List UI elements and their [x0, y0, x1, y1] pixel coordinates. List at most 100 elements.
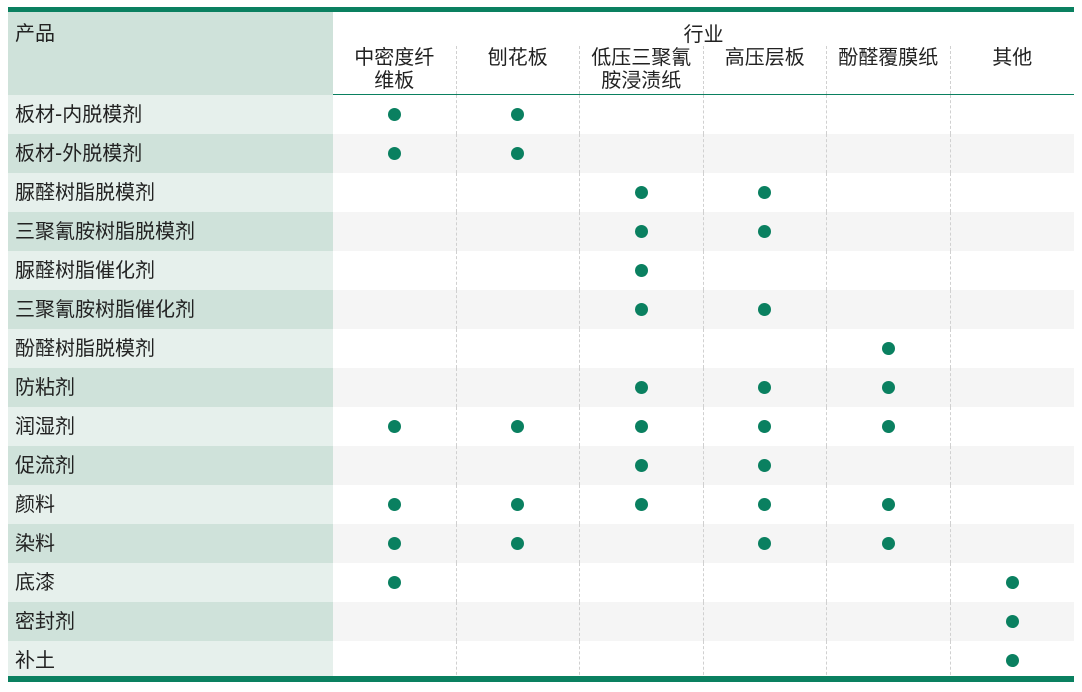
industry-cell: [580, 95, 704, 134]
product-name: 板材-内脱模剂: [8, 95, 333, 134]
applicable-dot-icon: [511, 108, 525, 121]
table-row: 促流剂: [8, 446, 1074, 485]
applicable-dot-icon: [387, 108, 401, 121]
industry-cell: [704, 563, 827, 602]
industry-cell: [950, 446, 1074, 485]
industry-cell: [580, 602, 704, 641]
table-row: 补土: [8, 641, 1074, 680]
industry-cell: [950, 290, 1074, 329]
industry-cell: [827, 368, 951, 407]
table-row: 板材-外脱模剂: [8, 134, 1074, 173]
applicable-dot-icon: [634, 420, 648, 433]
industry-cell: [827, 524, 951, 563]
industry-cell: [580, 563, 704, 602]
table-row: 颜料: [8, 485, 1074, 524]
industry-cell: [456, 212, 580, 251]
applicable-dot-icon: [634, 264, 648, 277]
applicable-dot-icon: [387, 537, 401, 550]
industry-cell: [333, 602, 457, 641]
applicable-dot-icon: [387, 420, 401, 433]
table-row: 三聚氰胺树脂脱模剂: [8, 212, 1074, 251]
industry-cell: [333, 368, 457, 407]
industry-cell: [703, 446, 827, 485]
product-industry-table: 产品 行业 中密度纤 维板 刨花板 低压三聚氰 胺浸渍纸 高压层板 酚醛覆膜纸 其他 板材-内…: [8, 7, 1074, 680]
industry-cell: [580, 134, 704, 173]
product-name: 密封剂: [8, 602, 333, 641]
applicable-dot-icon: [758, 420, 772, 433]
industry-cell: [951, 485, 1075, 524]
industry-cell: [333, 95, 457, 134]
product-name: 三聚氰胺树脂催化剂: [8, 290, 333, 329]
table-row: 染料: [8, 524, 1074, 563]
applicable-dot-icon: [634, 498, 648, 511]
applicable-dot-icon: [634, 459, 648, 472]
applicable-dot-icon: [881, 537, 895, 550]
industry-cell: [457, 563, 580, 602]
industry-cell: [457, 407, 580, 446]
industry-column-header: 低压三聚氰 胺浸渍纸: [580, 46, 704, 94]
industry-cell: [333, 290, 457, 329]
industry-cell: [580, 212, 704, 251]
applicable-dot-icon: [1005, 576, 1019, 589]
applicable-dot-icon: [634, 225, 648, 238]
industry-cell: [827, 212, 951, 251]
header-row: 产品 行业 中密度纤 维板 刨花板 低压三聚氰 胺浸渍纸 高压层板 酚醛覆膜纸 其他: [8, 12, 1074, 95]
industry-cell: [827, 173, 951, 212]
product-name: 润湿剂: [8, 407, 333, 446]
industry-cell: [580, 524, 704, 563]
industry-cell: [333, 134, 457, 173]
industry-cell: [827, 329, 951, 368]
table-row: 脲醛树脂脱模剂: [8, 173, 1074, 212]
industry-cell: [456, 290, 580, 329]
industry-cell: [704, 329, 827, 368]
applicable-dot-icon: [881, 420, 895, 433]
applicable-dot-icon: [881, 381, 895, 394]
industry-cell: [580, 446, 704, 485]
industry-cell: [456, 524, 580, 563]
applicable-dot-icon: [758, 459, 772, 472]
applicable-dot-icon: [758, 186, 772, 199]
industry-cell: [333, 485, 457, 524]
industry-cell: [951, 641, 1075, 680]
industry-cell: [456, 368, 580, 407]
industry-cell: [580, 641, 704, 680]
industry-cell: [951, 407, 1075, 446]
industry-cell: [951, 251, 1075, 290]
applicable-dot-icon: [1005, 615, 1019, 628]
industry-cell: [704, 641, 827, 680]
industry-cell: [333, 329, 457, 368]
product-name: 板材-外脱模剂: [8, 134, 333, 173]
industry-cell: [333, 407, 457, 446]
industry-cell: [704, 485, 827, 524]
applicable-dot-icon: [634, 381, 648, 394]
industry-cell: [457, 95, 580, 134]
industry-cell: [827, 407, 951, 446]
industry-cell: [456, 602, 580, 641]
industry-cell: [827, 602, 951, 641]
industry-cell: [457, 641, 580, 680]
industry-cell: [703, 134, 827, 173]
industry-cell: [580, 368, 704, 407]
industry-cell: [827, 563, 951, 602]
industry-cell: [333, 251, 457, 290]
product-name: 防粘剂: [8, 368, 333, 407]
industry-cell: [703, 524, 827, 563]
industry-cell: [703, 602, 827, 641]
header-divider: [333, 94, 1074, 95]
industry-cell: [580, 485, 704, 524]
table-row: 酚醛树脂脱模剂: [8, 329, 1074, 368]
industry-cell: [457, 251, 580, 290]
applicable-dot-icon: [758, 225, 772, 238]
industry-cell: [580, 290, 704, 329]
industry-cell: [950, 602, 1074, 641]
applicable-dot-icon: [511, 537, 525, 550]
product-name: 促流剂: [8, 446, 333, 485]
table-row: 板材-内脱模剂: [8, 95, 1074, 134]
industry-cell: [704, 95, 827, 134]
industry-column-header: 酚醛覆膜纸: [827, 46, 951, 94]
applicable-dot-icon: [387, 147, 401, 160]
table-row: 底漆: [8, 563, 1074, 602]
industry-cell: [950, 524, 1074, 563]
product-header: 产品: [8, 12, 333, 95]
bottom-rule: [8, 676, 1074, 682]
